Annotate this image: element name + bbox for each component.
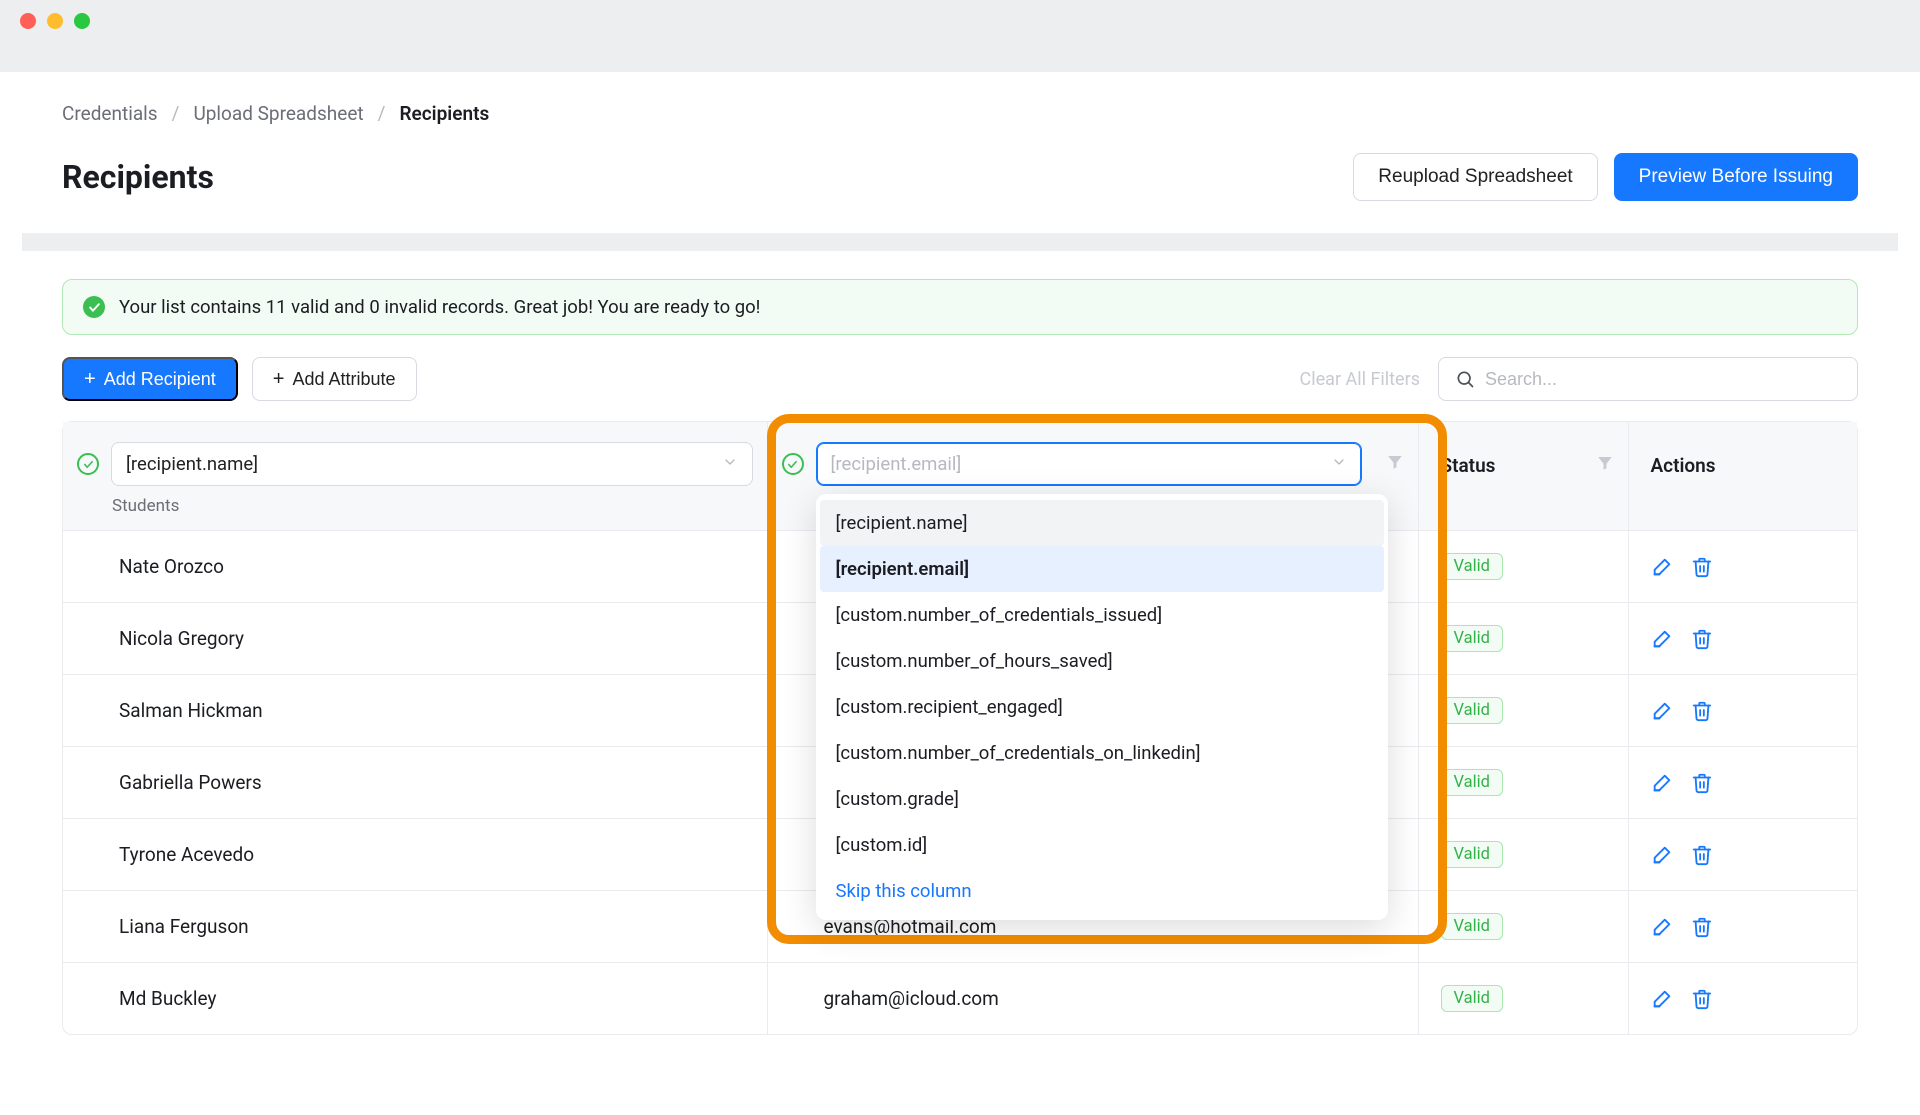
edit-icon[interactable] [1651, 556, 1673, 578]
dropdown-option[interactable]: [custom.recipient_engaged] [820, 684, 1384, 730]
actions-cell [1628, 747, 1857, 819]
page-title: Recipients [62, 158, 214, 196]
trash-icon[interactable] [1691, 988, 1713, 1010]
validation-alert-text: Your list contains 11 valid and 0 invali… [119, 296, 760, 318]
status-column-header: Status [1441, 454, 1496, 477]
status-cell: Valid [1418, 603, 1628, 675]
trash-icon[interactable] [1691, 916, 1713, 938]
recipient-name-cell: Liana Ferguson [63, 891, 767, 963]
edit-icon[interactable] [1651, 628, 1673, 650]
recipient-name-cell: Nicola Gregory [63, 603, 767, 675]
add-attribute-button[interactable]: + Add Attribute [252, 357, 417, 401]
status-cell: Valid [1418, 675, 1628, 747]
clear-all-filters[interactable]: Clear All Filters [1300, 369, 1420, 390]
recipients-table: [recipient.name] Students [62, 421, 1858, 1035]
status-badge: Valid [1441, 697, 1503, 724]
valid-column-icon [77, 453, 99, 475]
email-column-placeholder: [recipient.email] [831, 453, 962, 475]
validation-alert: Your list contains 11 valid and 0 invali… [62, 279, 1858, 335]
header-card: Credentials / Upload Spreadsheet / Recip… [22, 72, 1898, 233]
breadcrumb-sep: / [172, 102, 180, 125]
actions-cell [1628, 891, 1857, 963]
dropdown-option[interactable]: [custom.id] [820, 822, 1384, 868]
status-cell: Valid [1418, 747, 1628, 819]
dropdown-option[interactable]: [custom.number_of_credentials_on_linkedi… [820, 730, 1384, 776]
edit-icon[interactable] [1651, 844, 1673, 866]
edit-icon[interactable] [1651, 772, 1673, 794]
actions-cell [1628, 531, 1857, 603]
chrome-spacer [0, 42, 1920, 72]
chevron-down-icon [722, 453, 738, 475]
trash-icon[interactable] [1691, 628, 1713, 650]
dropdown-option[interactable]: [custom.number_of_hours_saved] [820, 638, 1384, 684]
breadcrumb-credentials[interactable]: Credentials [62, 102, 158, 125]
status-cell: Valid [1418, 531, 1628, 603]
name-column-source-label: Students [112, 496, 753, 516]
status-badge: Valid [1441, 841, 1503, 868]
trash-icon[interactable] [1691, 844, 1713, 866]
edit-icon[interactable] [1651, 700, 1673, 722]
recipient-name-cell: Nate Orozco [63, 531, 767, 603]
recipient-name-cell: Md Buckley [63, 963, 767, 1035]
add-recipient-button[interactable]: + Add Recipient [62, 357, 238, 401]
recipient-email-cell: graham@icloud.com [767, 963, 1418, 1035]
chevron-down-icon [1331, 453, 1347, 475]
check-circle-icon [83, 296, 105, 318]
filter-icon[interactable] [1386, 453, 1404, 476]
recipient-name-cell: Tyrone Acevedo [63, 819, 767, 891]
dropdown-option[interactable]: [custom.number_of_credentials_issued] [820, 592, 1384, 638]
table-row: Md Buckleygraham@icloud.com Valid [63, 963, 1857, 1035]
body-card: Your list contains 11 valid and 0 invali… [22, 251, 1898, 1035]
breadcrumb-upload-spreadsheet[interactable]: Upload Spreadsheet [193, 102, 363, 125]
add-attribute-label: Add Attribute [292, 369, 395, 390]
status-badge: Valid [1441, 553, 1503, 580]
window-zoom-dot[interactable] [74, 13, 90, 29]
recipient-name-cell: Salman Hickman [63, 675, 767, 747]
name-column-mapping-select[interactable]: [recipient.name] [111, 442, 753, 486]
window-titlebar [0, 0, 1920, 42]
add-recipient-label: Add Recipient [104, 369, 216, 390]
recipient-name-cell: Gabriella Powers [63, 747, 767, 819]
trash-icon[interactable] [1691, 772, 1713, 794]
email-column-mapping-select[interactable]: [recipient.email] [816, 442, 1362, 486]
actions-column-header: Actions [1651, 454, 1716, 477]
breadcrumb: Credentials / Upload Spreadsheet / Recip… [62, 102, 1858, 125]
plus-icon: + [273, 369, 285, 389]
trash-icon[interactable] [1691, 556, 1713, 578]
plus-icon: + [84, 369, 96, 389]
reupload-spreadsheet-button[interactable]: Reupload Spreadsheet [1353, 153, 1597, 201]
breadcrumb-sep: / [378, 102, 386, 125]
edit-icon[interactable] [1651, 916, 1673, 938]
status-cell: Valid [1418, 963, 1628, 1035]
actions-cell [1628, 963, 1857, 1035]
column-mapping-dropdown: [recipient.name][recipient.email][custom… [816, 494, 1388, 920]
dropdown-skip-column[interactable]: Skip this column [820, 868, 1384, 914]
search-box[interactable] [1438, 357, 1858, 401]
status-cell: Valid [1418, 891, 1628, 963]
actions-cell [1628, 819, 1857, 891]
dropdown-option[interactable]: [recipient.email] [820, 546, 1384, 592]
actions-cell [1628, 675, 1857, 747]
status-badge: Valid [1441, 913, 1503, 940]
name-column-value: [recipient.name] [126, 453, 258, 475]
dropdown-option[interactable]: [custom.grade] [820, 776, 1384, 822]
edit-icon[interactable] [1651, 988, 1673, 1010]
status-badge: Valid [1441, 769, 1503, 796]
status-badge: Valid [1441, 985, 1503, 1012]
status-badge: Valid [1441, 625, 1503, 652]
trash-icon[interactable] [1691, 700, 1713, 722]
search-input[interactable] [1485, 369, 1841, 390]
valid-column-icon [782, 453, 804, 475]
search-icon [1455, 369, 1475, 389]
breadcrumb-recipients: Recipients [399, 102, 489, 125]
toolbar: + Add Recipient + Add Attribute Clear Al… [62, 357, 1858, 401]
window-minimize-dot[interactable] [47, 13, 63, 29]
window-close-dot[interactable] [20, 13, 36, 29]
dropdown-option[interactable]: [recipient.name] [820, 500, 1384, 546]
actions-cell [1628, 603, 1857, 675]
filter-icon[interactable] [1596, 454, 1614, 477]
status-cell: Valid [1418, 819, 1628, 891]
preview-before-issuing-button[interactable]: Preview Before Issuing [1614, 153, 1858, 201]
